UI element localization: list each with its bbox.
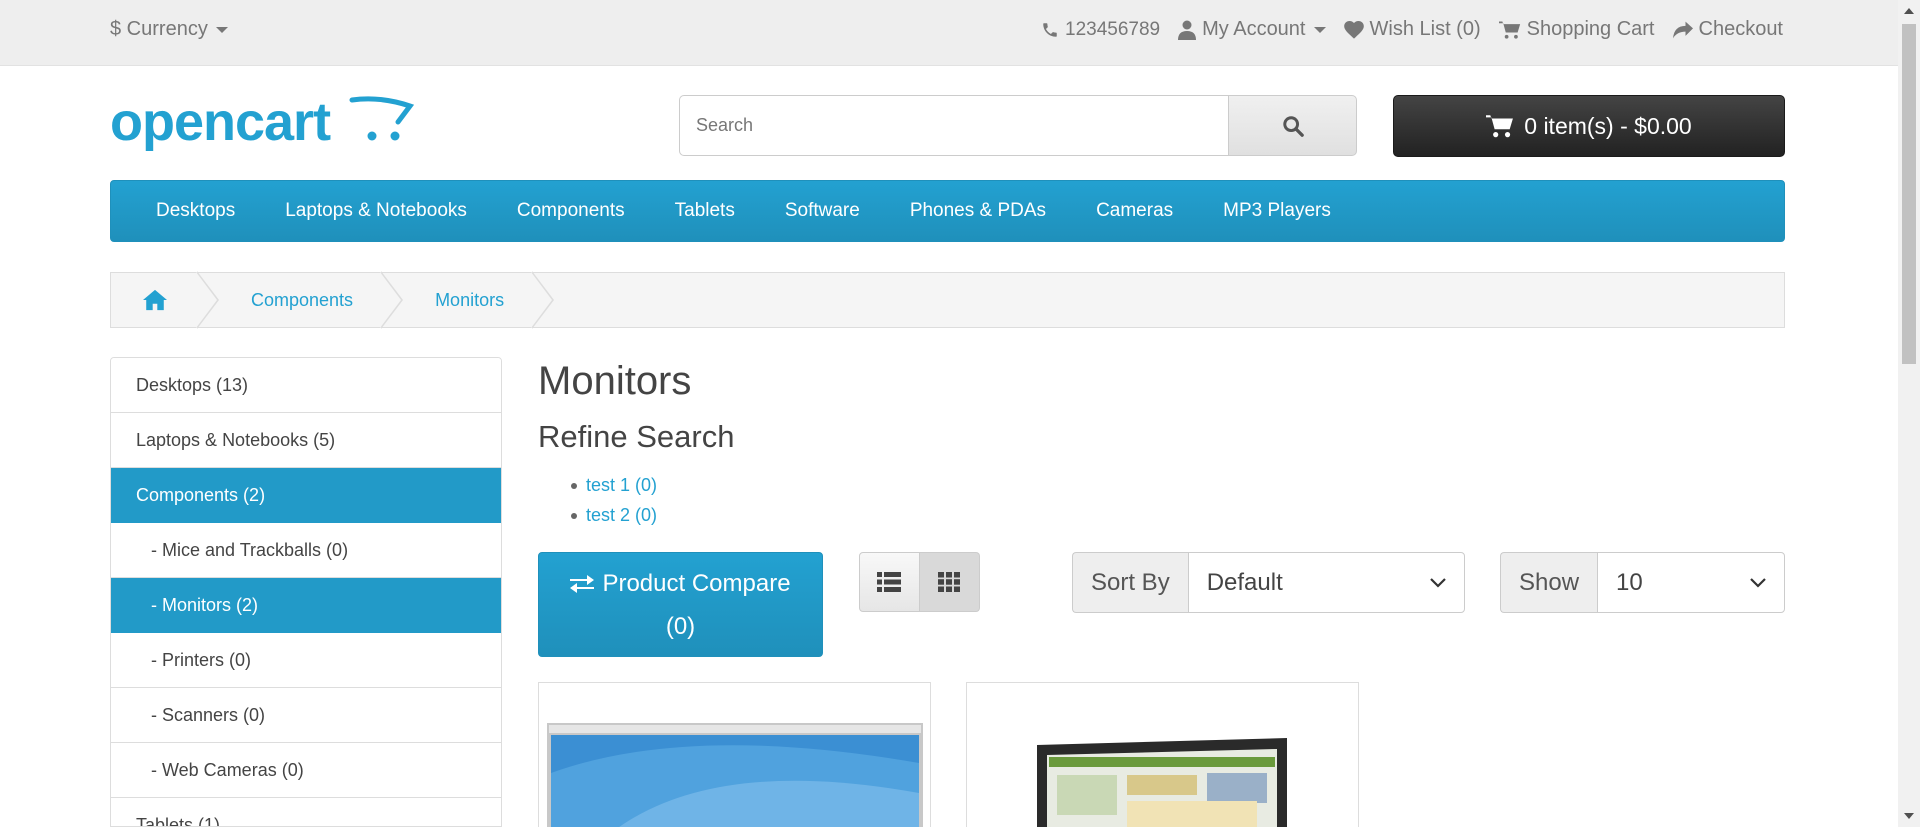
sidebar-item-webcams[interactable]: - Web Cameras (0) — [111, 743, 501, 798]
top-links: 123456789 My Account Wish List (0) Shopp… — [1041, 18, 1783, 41]
scroll-up-icon[interactable] — [1904, 8, 1914, 14]
breadcrumb-home[interactable] — [111, 272, 197, 328]
shopping-cart-link[interactable]: Shopping Cart — [1498, 18, 1655, 41]
grid-view-button[interactable] — [919, 552, 980, 612]
refine-link-test2[interactable]: test 2 (0) — [570, 500, 657, 530]
wishlist-label: Wish List (0) — [1369, 18, 1481, 40]
cart-icon — [1498, 21, 1520, 39]
menu-item-tablets[interactable]: Tablets — [650, 200, 760, 222]
breadcrumb-separator — [531, 271, 558, 329]
grid-view-icon — [938, 572, 961, 592]
sort-by-label: Sort By — [1072, 552, 1188, 613]
show-limit-select[interactable]: 10 — [1597, 552, 1785, 613]
sidebar-item-desktops[interactable]: Desktops (13) — [111, 358, 501, 413]
sidebar-item-printers[interactable]: - Printers (0) — [111, 633, 501, 688]
compare-count: (0) — [665, 613, 696, 640]
exchange-icon — [570, 574, 595, 593]
view-toggle — [859, 552, 980, 612]
menu-item-laptops[interactable]: Laptops & Notebooks — [260, 200, 492, 222]
menu-item-cameras[interactable]: Cameras — [1071, 200, 1198, 222]
sidebar-item-mice[interactable]: - Mice and Trackballs (0) — [111, 523, 501, 578]
category-sidebar: Desktops (13) Laptops & Notebooks (5) Co… — [110, 357, 502, 827]
refine-search-title: Refine Search — [538, 419, 735, 454]
menu-item-phones[interactable]: Phones & PDAs — [885, 200, 1071, 222]
product-compare-button[interactable]: Product Compare (0) — [538, 552, 823, 657]
search-button[interactable] — [1228, 95, 1357, 156]
breadcrumb-separator — [196, 271, 223, 329]
wishlist-link[interactable]: Wish List (0) — [1343, 18, 1481, 41]
caret-down-icon — [215, 26, 228, 33]
my-account-dropdown[interactable]: My Account — [1178, 18, 1326, 41]
cart-button[interactable]: 0 item(s) - $0.00 — [1393, 95, 1785, 157]
currency-dropdown[interactable]: $ Currency — [110, 18, 228, 41]
breadcrumb: Components Monitors — [110, 271, 1785, 329]
phone-icon — [1043, 22, 1057, 37]
heart-icon — [1343, 20, 1364, 39]
search-icon — [1282, 115, 1304, 137]
sidebar-item-components[interactable]: Components (2) — [111, 468, 501, 523]
scroll-down-icon[interactable] — [1904, 813, 1914, 819]
sort-by-select[interactable]: Default — [1187, 552, 1465, 613]
product-card[interactable] — [538, 682, 931, 827]
phone-link[interactable]: 123456789 — [1041, 18, 1160, 41]
user-icon — [1178, 20, 1197, 40]
breadcrumb-monitors[interactable]: Monitors — [407, 272, 532, 328]
sidebar-item-tablets[interactable]: Tablets (1) — [111, 798, 501, 826]
show-limit-group: Show 10 — [1500, 552, 1785, 613]
menu-item-desktops[interactable]: Desktops — [131, 200, 260, 222]
menu-item-components[interactable]: Components — [492, 200, 650, 222]
sort-by-group: Sort By Default — [1072, 552, 1465, 613]
list-view-icon — [877, 572, 902, 592]
chevron-down-icon — [1750, 577, 1766, 588]
sidebar-item-scanners[interactable]: - Scanners (0) — [111, 688, 501, 743]
product-image — [1037, 738, 1287, 827]
phone-number: 123456789 — [1065, 18, 1161, 40]
show-limit-value: 10 — [1616, 568, 1643, 596]
breadcrumb-components[interactable]: Components — [223, 272, 381, 328]
breadcrumb-separator — [380, 271, 407, 329]
sort-by-value: Default — [1206, 568, 1283, 596]
cart-total: 0 item(s) - $0.00 — [1524, 112, 1692, 139]
page-title: Monitors — [538, 359, 692, 403]
show-label: Show — [1500, 552, 1598, 613]
share-icon — [1672, 21, 1693, 38]
my-account-label: My Account — [1202, 18, 1306, 40]
menu-item-mp3[interactable]: MP3 Players — [1198, 200, 1356, 222]
product-image — [547, 723, 923, 827]
search-group — [679, 95, 1357, 156]
shopping-cart-label: Shopping Cart — [1526, 18, 1655, 40]
refine-link-test1[interactable]: test 1 (0) — [570, 470, 657, 500]
scrollbar-thumb[interactable] — [1902, 24, 1916, 364]
currency-label: $ Currency — [110, 18, 208, 40]
sidebar-item-laptops[interactable]: Laptops & Notebooks (5) — [111, 413, 501, 468]
top-bar: $ Currency 123456789 My Account Wish Lis… — [0, 0, 1898, 66]
list-view-button[interactable] — [859, 552, 920, 612]
page-scrollbar[interactable] — [1898, 0, 1920, 827]
caret-down-icon — [1313, 26, 1326, 33]
checkout-label: Checkout — [1698, 18, 1784, 40]
logo-text: opencart — [110, 92, 331, 152]
menu-item-software[interactable]: Software — [760, 200, 885, 222]
opencart-logo[interactable]: opencart — [110, 92, 415, 162]
cart-icon — [1486, 115, 1514, 138]
home-icon — [143, 289, 167, 311]
logo-image: opencart — [110, 92, 415, 152]
checkout-link[interactable]: Checkout — [1672, 18, 1784, 41]
sidebar-item-monitors[interactable]: - Monitors (2) — [111, 578, 501, 633]
refine-list: test 1 (0) test 2 (0) — [570, 470, 657, 530]
search-input[interactable] — [679, 95, 1228, 156]
main-menu: Desktops Laptops & Notebooks Components … — [110, 180, 1785, 242]
chevron-down-icon — [1429, 577, 1446, 588]
product-card[interactable] — [966, 682, 1359, 827]
compare-label: Product Compare — [602, 570, 791, 597]
